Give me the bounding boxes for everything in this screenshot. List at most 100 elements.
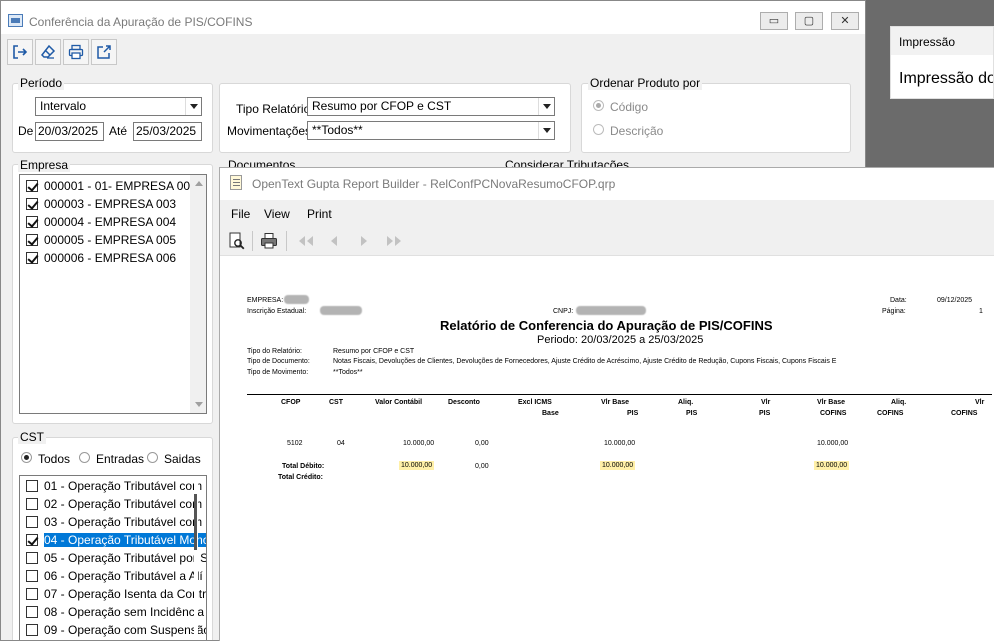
empresa-scrollbar[interactable] bbox=[190, 175, 206, 413]
last-page-icon[interactable] bbox=[384, 235, 404, 250]
checkbox[interactable] bbox=[26, 198, 38, 210]
checkbox[interactable] bbox=[26, 516, 38, 528]
checkbox[interactable] bbox=[26, 234, 38, 246]
col-aliq-cofins-2: COFINS bbox=[877, 410, 904, 417]
tipo-relatorio-select[interactable]: Resumo por CFOP e CST bbox=[307, 97, 555, 116]
report-toolbar bbox=[220, 226, 994, 256]
print-preview-icon bbox=[229, 232, 245, 250]
impressao-panel: Impressão Impressão do bbox=[890, 26, 994, 99]
export-icon bbox=[97, 45, 111, 59]
empresa-item[interactable]: 000001 - 01- EMPRESA 001 bbox=[24, 177, 206, 195]
empresa-item[interactable]: 000005 - EMPRESA 005 bbox=[24, 231, 206, 249]
pagina-label: Página: bbox=[882, 308, 906, 315]
cst-item[interactable]: 04 - Operação Tributável Mono bbox=[24, 531, 206, 549]
empresa-item[interactable]: 000004 - EMPRESA 004 bbox=[24, 213, 206, 231]
cst-item[interactable]: 05 - Operação Tributável por S bbox=[24, 549, 206, 567]
col-cfop: CFOP bbox=[281, 399, 301, 406]
ordenar-descricao-radio[interactable] bbox=[593, 124, 604, 135]
printer-icon bbox=[68, 44, 84, 60]
scroll-down-icon[interactable] bbox=[190, 396, 206, 413]
exit-icon bbox=[13, 45, 28, 59]
checkbox[interactable] bbox=[26, 534, 38, 546]
checkbox[interactable] bbox=[26, 570, 38, 582]
checkbox[interactable] bbox=[26, 216, 38, 228]
empresa-label: EMPRESA: bbox=[247, 297, 284, 304]
tipo-relatorio-group bbox=[219, 83, 571, 153]
checkbox[interactable] bbox=[26, 180, 38, 192]
report-window-title: OpenText Gupta Report Builder - RelConfP… bbox=[252, 177, 616, 191]
col-excl-icms-1: Excl ICMS bbox=[518, 399, 552, 406]
close-button[interactable]: ✕ bbox=[831, 12, 859, 30]
export-button[interactable] bbox=[91, 39, 117, 65]
col-vlr-base-cofins-1: Vlr Base bbox=[817, 399, 846, 406]
cst-item[interactable]: 08 - Operação sem Incidência bbox=[24, 603, 206, 621]
scroll-thumb[interactable] bbox=[194, 494, 197, 550]
ordenar-label: Ordenar Produto por bbox=[588, 76, 703, 90]
menu-print[interactable]: Print bbox=[307, 207, 332, 221]
checkbox[interactable] bbox=[26, 498, 38, 510]
cst-entradas-label: Entradas bbox=[96, 452, 145, 466]
cst-item[interactable]: 06 - Operação Tributável a Alí bbox=[24, 567, 206, 585]
table-top-rule bbox=[247, 394, 992, 395]
cst-item[interactable]: 07 - Operação Isenta da Contr bbox=[24, 585, 206, 603]
cst-item[interactable]: 03 - Operação Tributável com bbox=[24, 513, 206, 531]
checkbox[interactable] bbox=[26, 480, 38, 492]
cst-todos-radio[interactable] bbox=[21, 452, 32, 463]
ate-date-input[interactable]: 25/03/2025 bbox=[133, 122, 202, 141]
de-date-input[interactable]: 20/03/2025 bbox=[35, 122, 104, 141]
checkbox[interactable] bbox=[26, 606, 38, 618]
toolbar-separator bbox=[286, 231, 287, 251]
restore-button[interactable]: ▢ bbox=[795, 12, 823, 30]
checkbox[interactable] bbox=[26, 588, 38, 600]
scroll-up-icon[interactable] bbox=[190, 175, 206, 192]
row-valor-contabil: 10.000,00 bbox=[403, 440, 435, 447]
menu-view[interactable]: View bbox=[264, 207, 290, 221]
first-page-icon[interactable] bbox=[296, 235, 316, 250]
tipo-doc-label: Tipo de Documento: bbox=[247, 358, 310, 365]
checkbox[interactable] bbox=[26, 552, 38, 564]
cst-item[interactable]: 09 - Operação com Suspensão bbox=[24, 621, 206, 639]
cst-scrollbar[interactable] bbox=[194, 476, 198, 640]
previous-page-icon[interactable] bbox=[328, 235, 340, 250]
periodo-label: Período bbox=[18, 76, 65, 90]
col-vlr-pis-1: Vlr bbox=[761, 399, 771, 406]
checkbox[interactable] bbox=[26, 624, 38, 636]
cst-saidas-radio[interactable] bbox=[147, 452, 158, 463]
tipo-relatorio-label: Tipo Relatório bbox=[236, 102, 311, 116]
printer-icon bbox=[261, 233, 277, 249]
data-label: Data: bbox=[890, 297, 907, 304]
impressao-body: Impressão do bbox=[899, 70, 994, 87]
empresa-item[interactable]: 000006 - EMPRESA 006 bbox=[24, 249, 206, 267]
exit-button[interactable] bbox=[7, 39, 33, 65]
menu-file[interactable]: File bbox=[231, 207, 250, 221]
next-page-icon[interactable] bbox=[358, 235, 370, 250]
row-cfop: 5102 bbox=[287, 440, 303, 447]
print-button[interactable] bbox=[63, 39, 89, 65]
minimize-button[interactable]: ▭ bbox=[760, 12, 788, 30]
checkbox[interactable] bbox=[26, 252, 38, 264]
report-doc-icon bbox=[230, 175, 242, 190]
pagina-value: 1 bbox=[979, 308, 983, 315]
movimentacoes-value: **Todos** bbox=[312, 123, 363, 137]
report-print-button[interactable] bbox=[258, 231, 280, 251]
tipo-mov-value: **Todos** bbox=[333, 369, 363, 376]
ordenar-codigo-radio[interactable] bbox=[593, 100, 604, 111]
periodo-type-select[interactable]: Intervalo bbox=[35, 97, 202, 116]
preview-button[interactable] bbox=[226, 231, 248, 251]
cst-todos-label: Todos bbox=[38, 452, 71, 466]
movimentacoes-select[interactable]: **Todos** bbox=[307, 121, 555, 140]
empresa-item[interactable]: 000003 - EMPRESA 003 bbox=[24, 195, 206, 213]
tipo-rel-value: Resumo por CFOP e CST bbox=[333, 348, 415, 355]
col-vlr-cofins-2: COFINS bbox=[951, 410, 978, 417]
cst-item[interactable]: 02 - Operação Tributável com bbox=[24, 495, 206, 513]
col-excl-icms-2: Base bbox=[542, 410, 559, 417]
cst-item[interactable]: 01 - Operação Tributável com bbox=[24, 477, 206, 495]
tipo-mov-label: Tipo de Movimento: bbox=[247, 369, 309, 376]
total-debito-desconto: 0,00 bbox=[475, 463, 489, 470]
total-debito-valor-contabil: 10.000,00 bbox=[399, 461, 435, 470]
col-aliq-cofins-1: Aliq. bbox=[891, 399, 907, 406]
cst-entradas-radio[interactable] bbox=[79, 452, 90, 463]
eraser-button[interactable] bbox=[35, 39, 61, 65]
report-title: Relatório de Conferencia do Apuração de … bbox=[440, 318, 773, 333]
app-icon bbox=[8, 14, 23, 27]
